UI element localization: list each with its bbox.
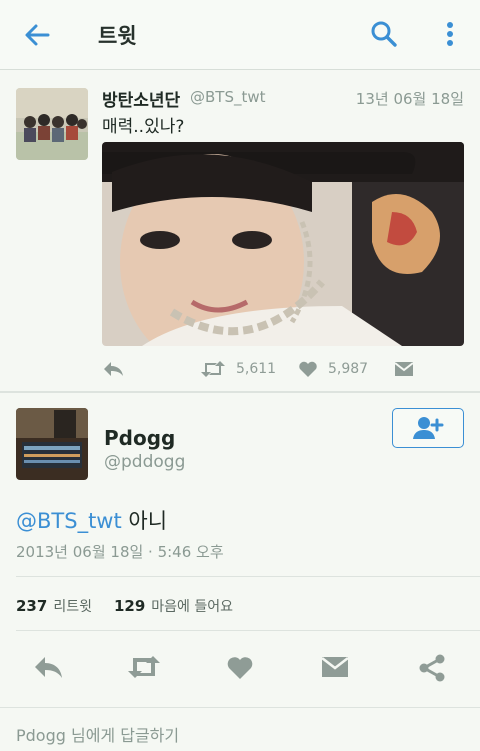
retweet-stat-label: 리트윗 [53, 599, 92, 615]
follow-button[interactable] [392, 408, 464, 448]
page-title: 트윗 [98, 24, 137, 48]
retweet-icon[interactable] [126, 654, 162, 684]
tweet-photo[interactable] [102, 142, 464, 346]
message-icon[interactable] [394, 360, 414, 378]
tweet-date: 13년 06월 18일 [355, 90, 464, 108]
heart-icon [299, 361, 317, 377]
avatar[interactable] [16, 88, 88, 160]
divider [0, 392, 480, 393]
reply-icon[interactable] [102, 360, 124, 378]
divider [16, 630, 480, 631]
reply-input[interactable]: Pdogg 님에게 답글하기 [0, 707, 480, 751]
back-arrow-icon[interactable] [22, 20, 52, 50]
message-icon[interactable] [320, 654, 350, 684]
mention-link[interactable]: @BTS_twt [16, 509, 122, 533]
retweet-stat[interactable]: 237 리트윗 [16, 596, 92, 616]
search-icon[interactable] [368, 18, 400, 50]
reply-icon[interactable] [32, 654, 64, 684]
retweet-action[interactable]: 5,611 [200, 360, 276, 378]
follow-user-icon [413, 417, 444, 439]
avatar[interactable] [16, 408, 88, 480]
tweet-action-bar [0, 640, 480, 696]
retweet-stat-count: 237 [16, 597, 48, 615]
tweet-author-name[interactable]: Pdogg [104, 426, 175, 450]
tweet-timestamp: 2013년 06월 18일 · 5:46 오후 [16, 543, 224, 561]
like-stat[interactable]: 129 마음에 들어요 [114, 596, 233, 616]
tweet-text: 매력..있나? [102, 117, 185, 137]
tweet-author-name[interactable]: 방탄소년단 [102, 86, 180, 111]
tweet-author-handle[interactable]: @BTS_twt [190, 88, 266, 106]
divider [16, 576, 480, 577]
like-action[interactable]: 5,987 [298, 360, 368, 378]
tweet-stats: 237 리트윗 129 마음에 들어요 [16, 596, 233, 616]
heart-icon[interactable] [226, 654, 254, 684]
like-count: 5,987 [328, 361, 369, 377]
like-stat-count: 129 [113, 597, 146, 615]
reply-placeholder: Pdogg 님에게 답글하기 [16, 726, 180, 745]
more-vertical-icon[interactable] [440, 18, 460, 50]
tweet-author-handle[interactable]: @pddogg [104, 452, 185, 472]
like-stat-label: 마음에 들어요 [151, 599, 233, 615]
retweet-icon [201, 361, 225, 377]
top-bar: 트윗 [0, 0, 480, 70]
retweet-count: 5,611 [236, 361, 277, 377]
share-icon[interactable] [418, 654, 446, 686]
tweet-body: 아니 [121, 509, 168, 533]
tweet-text: @BTS_twt 아니 [16, 505, 167, 535]
